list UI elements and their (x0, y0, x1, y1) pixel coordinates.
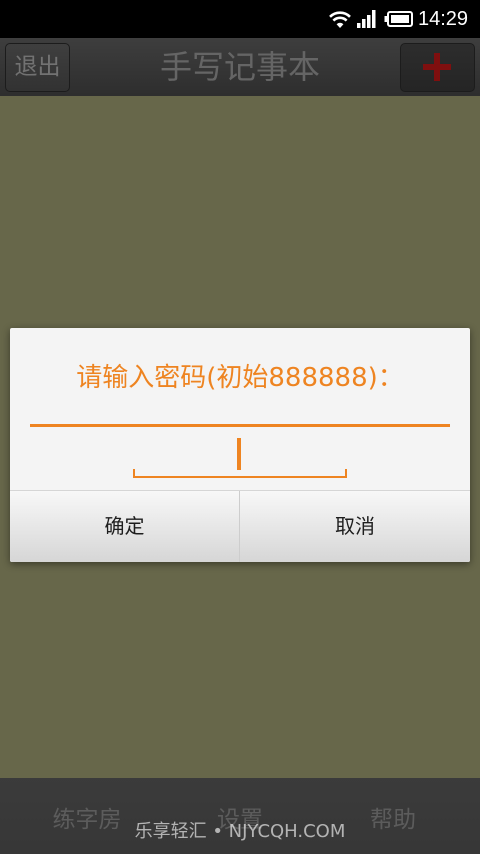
dialog-title-divider (30, 424, 450, 427)
wifi-dot (336, 22, 344, 28)
signal-icon (357, 10, 376, 28)
dialog-button-row: 确定 取消 (10, 490, 470, 562)
wifi-arc-outer (329, 11, 351, 18)
password-input-underline (133, 469, 347, 478)
watermark: 乐享轻汇 • NJYCQH.COM (134, 821, 346, 842)
battery-level (391, 15, 409, 23)
text-cursor (237, 438, 241, 470)
password-input[interactable] (130, 432, 350, 482)
battery-nub (384, 16, 387, 22)
status-time: 14:29 (418, 8, 469, 30)
signal-bar-4 (372, 10, 376, 28)
phone-screen: 14:29 退出 手写记事本 练字房 设置 帮助 请输入密码(初始888888)… (0, 0, 480, 854)
cancel-button[interactable]: 取消 (240, 491, 470, 562)
signal-bar-1 (357, 23, 361, 28)
signal-bar-2 (362, 19, 366, 28)
password-dialog: 请输入密码(初始888888)： 确定 取消 (10, 328, 470, 562)
status-bar: 14:29 (0, 0, 480, 38)
battery-icon (384, 11, 413, 27)
wifi-arc-mid (332, 16, 348, 22)
dialog-title: 请输入密码(初始888888)： (76, 363, 404, 393)
confirm-button[interactable]: 确定 (10, 491, 239, 562)
signal-bar-3 (367, 15, 371, 28)
wifi-icon (329, 11, 351, 28)
